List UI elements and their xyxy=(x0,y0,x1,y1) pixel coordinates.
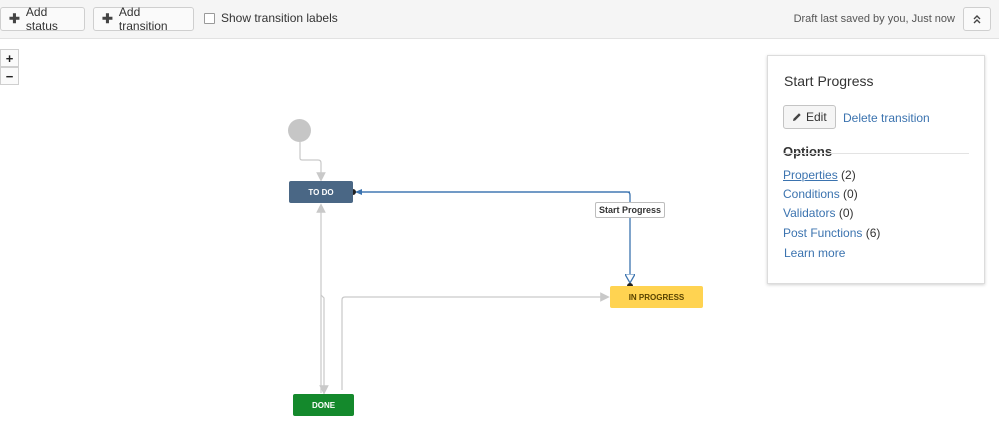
properties-count: (2) xyxy=(841,168,856,182)
post-functions-count: (6) xyxy=(865,226,881,240)
arrow-head-icon xyxy=(355,189,362,195)
post-functions-link[interactable]: Post Functions xyxy=(783,226,862,240)
transition-panel: Start Progress Edit Delete transition Op… xyxy=(767,55,985,284)
properties-link[interactable]: Properties xyxy=(783,168,838,182)
options-heading: Options xyxy=(783,144,833,159)
learn-more-link[interactable]: Learn more xyxy=(784,246,845,260)
conditions-count: (0) xyxy=(843,187,858,201)
pencil-icon xyxy=(793,113,801,121)
delete-transition-link[interactable]: Delete transition xyxy=(843,111,930,125)
status-todo[interactable]: TO DO xyxy=(289,181,353,203)
validators-count: (0) xyxy=(838,206,854,220)
transition-label-start-progress[interactable]: Start Progress xyxy=(595,202,666,218)
option-post-functions: Post Functions (6) xyxy=(783,226,880,240)
panel-title: Start Progress xyxy=(784,73,874,89)
validators-link[interactable]: Validators xyxy=(783,206,835,220)
start-progress-transition-line[interactable] xyxy=(355,191,630,283)
edit-button[interactable]: Edit xyxy=(783,105,836,129)
initial-node[interactable] xyxy=(288,119,311,142)
status-done[interactable]: DONE xyxy=(293,394,354,416)
option-validators: Validators (0) xyxy=(783,206,854,220)
edit-label: Edit xyxy=(806,110,827,124)
conditions-link[interactable]: Conditions xyxy=(783,187,840,201)
option-conditions: Conditions (0) xyxy=(783,187,858,201)
status-in-progress[interactable]: IN PROGRESS xyxy=(610,286,703,308)
inprogress-done-line[interactable] xyxy=(341,292,610,390)
options-divider xyxy=(783,153,969,154)
initial-transition-line[interactable] xyxy=(299,142,326,182)
option-properties: Properties (2) xyxy=(783,168,856,182)
